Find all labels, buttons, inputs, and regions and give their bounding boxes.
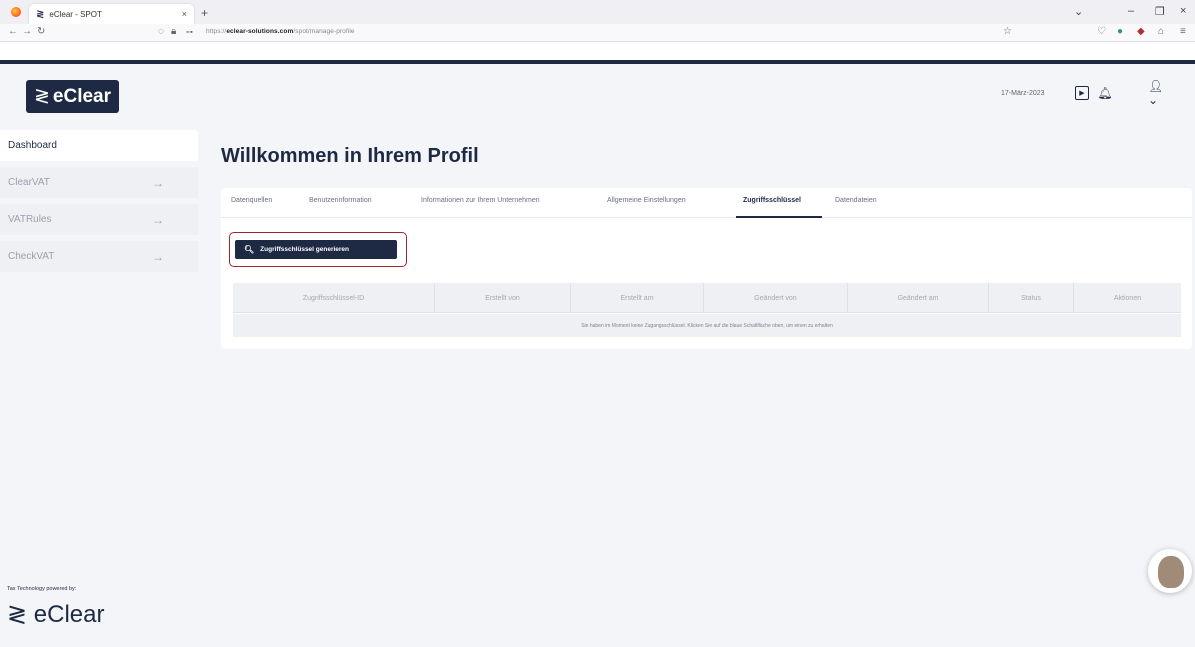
- column-header[interactable]: Erstellt von: [435, 283, 571, 313]
- reload-icon[interactable]: ↻: [37, 26, 45, 37]
- url-domain: eclear-solutions.com: [226, 28, 294, 35]
- eclear-favicon-icon: ≷: [36, 8, 45, 20]
- arrow-right-icon: →: [152, 249, 164, 264]
- column-header[interactable]: Status: [989, 283, 1074, 313]
- address-bar[interactable]: https://eclear-solutions.com/spot/manage…: [206, 28, 355, 35]
- browser-tab-title: eClear - SPOT: [49, 9, 102, 19]
- extension-icon[interactable]: ●: [1117, 26, 1123, 37]
- access-keys-table: Zugriffsschlüssel-ID Erstellt von Erstel…: [233, 283, 1181, 337]
- search-icon: 🔍︎: [244, 245, 255, 254]
- account-icon[interactable]: ⌂: [1158, 26, 1164, 37]
- column-header[interactable]: Zugriffsschlüssel-ID: [233, 283, 435, 313]
- app-header: ≷ eClear 17-März-2023 ▶ 🔔︎ 👤︎⌄: [0, 64, 1195, 126]
- column-header[interactable]: Erstellt am: [571, 283, 704, 313]
- chat-support-avatar[interactable]: [1148, 549, 1192, 593]
- profile-tabs: Datenquellen Benutzerinformation Informa…: [221, 188, 1192, 218]
- current-date: 17-März-2023: [1001, 90, 1045, 97]
- avatar: [1158, 556, 1184, 588]
- list-all-tabs-icon[interactable]: ⌄: [1074, 5, 1083, 18]
- extension-2-icon[interactable]: ◆: [1137, 26, 1145, 37]
- main-content: Willkommen in Ihrem Profil Datenquellen …: [204, 126, 1195, 647]
- generate-key-label: Zugriffsschlüssel generieren: [260, 246, 350, 253]
- generate-button-highlight: 🔍︎ Zugriffsschlüssel generieren: [229, 232, 407, 267]
- sidebar-item-clearvat[interactable]: ClearVAT →: [0, 167, 198, 201]
- close-window-icon[interactable]: ×: [1180, 5, 1186, 17]
- active-tab-indicator: [736, 216, 822, 218]
- page-title: Willkommen in Ihrem Profil: [221, 145, 479, 167]
- eclear-logo[interactable]: ≷ eClear: [26, 80, 119, 113]
- tab-unternehmen[interactable]: Informationen zur Ihrem Unternehmen: [421, 197, 540, 204]
- column-header[interactable]: Geändert am: [848, 283, 989, 313]
- browser-tab[interactable]: ≷ eClear - SPOT ×: [29, 4, 194, 24]
- sidebar-item-label: Dashboard: [8, 140, 57, 151]
- menu-icon[interactable]: ≡: [1180, 26, 1186, 37]
- bookmark-star-icon[interactable]: ☆: [1003, 26, 1012, 37]
- tab-zugriffsschluessel[interactable]: Zugriffsschlüssel: [743, 197, 801, 204]
- bell-icon[interactable]: 🔔︎: [1097, 86, 1112, 100]
- tab-datenquellen[interactable]: Datenquellen: [231, 197, 272, 204]
- column-header: Aktionen: [1113, 294, 1142, 302]
- url-prefix: https://: [206, 28, 227, 35]
- profile-card: Datenquellen Benutzerinformation Informa…: [221, 188, 1192, 349]
- tab-einstellungen[interactable]: Allgemeine Einstellungen: [607, 197, 686, 204]
- eclear-logo-icon: ≷: [7, 601, 28, 628]
- url-path: /spot/manage-profile: [293, 28, 355, 35]
- user-menu-icon[interactable]: 👤︎⌄: [1148, 79, 1170, 107]
- permissions-icon[interactable]: ⊶: [186, 28, 193, 36]
- sidebar-item-label: ClearVAT: [8, 177, 50, 188]
- back-icon[interactable]: ←: [8, 26, 18, 37]
- browser-nav-bar: ← → ↻ ◌ 🔒︎ ⊶ https://eclear-solutions.co…: [0, 24, 1195, 42]
- tab-datendateien[interactable]: Datendateien: [835, 197, 877, 204]
- new-tab-button[interactable]: +: [201, 6, 208, 20]
- sidebar-item-label: CheckVAT: [8, 251, 55, 262]
- sidebar-item-checkvat[interactable]: CheckVAT →: [0, 241, 198, 275]
- shield-icon[interactable]: ◌: [158, 26, 164, 37]
- logo-text: eClear: [52, 85, 112, 107]
- empty-table-message: Sie haben im Moment keine Zugangsschlüss…: [233, 314, 1181, 337]
- table-header: Zugriffsschlüssel-ID Erstellt von Erstel…: [233, 283, 1181, 313]
- arrow-right-icon: →: [152, 175, 164, 190]
- restore-icon[interactable]: ❐: [1155, 5, 1165, 18]
- forward-icon[interactable]: →: [22, 26, 32, 37]
- generate-key-button[interactable]: 🔍︎ Zugriffsschlüssel generieren: [235, 240, 397, 259]
- eclear-brand-logo: ≷ eClear: [7, 600, 104, 629]
- sidebar: Dashboard ClearVAT → VATRules → CheckVAT…: [0, 126, 204, 647]
- sidebar-item-vatrules[interactable]: VATRules →: [0, 204, 198, 238]
- column-header[interactable]: Geändert von: [704, 283, 848, 313]
- powered-by-label: Tax Technology powered by:: [7, 586, 77, 592]
- lock-icon[interactable]: 🔒︎: [171, 26, 176, 37]
- browser-tab-bar: ≷ eClear - SPOT × + ⌄ – ❐ ×: [0, 0, 1195, 24]
- sidebar-item-label: VATRules: [8, 214, 52, 225]
- firefox-icon: [11, 7, 21, 17]
- sidebar-item-dashboard[interactable]: Dashboard: [0, 130, 198, 164]
- play-video-icon[interactable]: ▶: [1075, 86, 1089, 100]
- minimize-icon[interactable]: –: [1128, 5, 1134, 17]
- eclear-logo-icon: ≷: [33, 86, 50, 107]
- brand-text: eClear: [33, 601, 105, 628]
- close-tab-icon[interactable]: ×: [182, 9, 187, 19]
- tab-benutzerinformation[interactable]: Benutzerinformation: [309, 197, 372, 204]
- pocket-icon[interactable]: ♡: [1097, 26, 1106, 37]
- arrow-right-icon: →: [152, 212, 164, 227]
